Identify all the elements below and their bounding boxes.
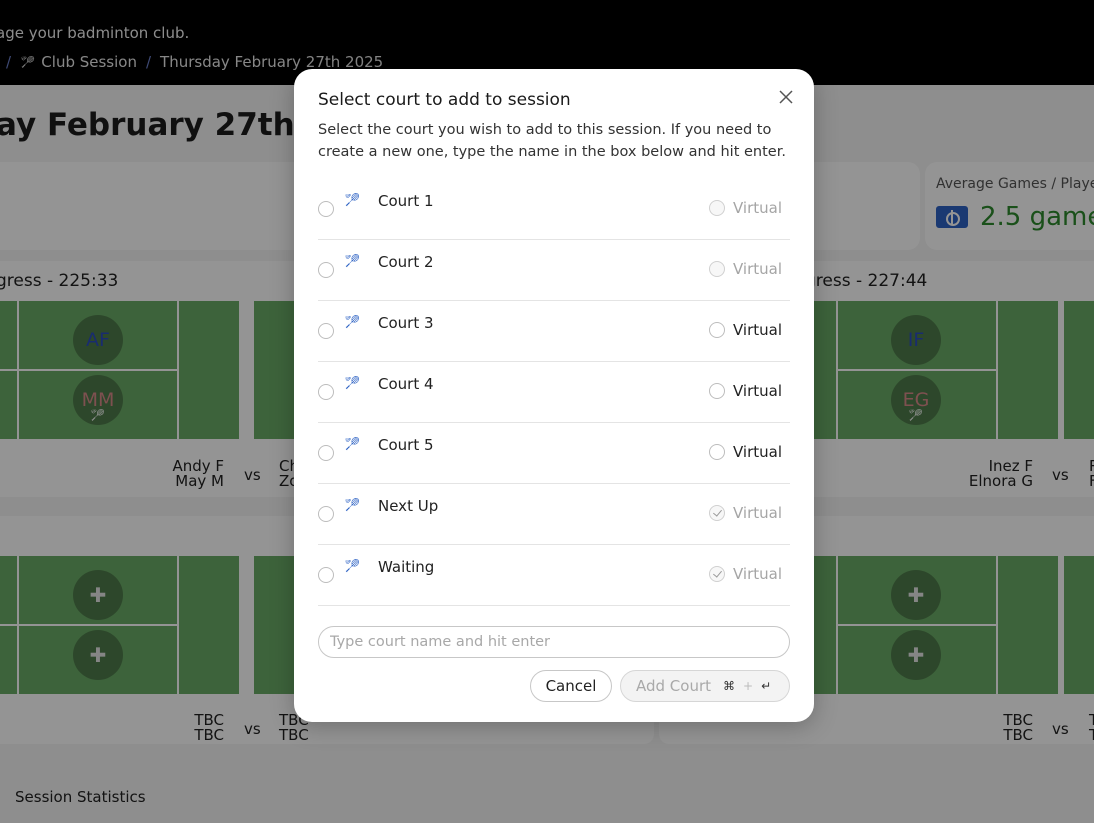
court-radio[interactable] xyxy=(318,506,334,522)
shuttlecock-icon: 🏸︎ xyxy=(344,559,361,574)
virtual-label: Virtual xyxy=(733,382,783,400)
virtual-option[interactable]: Virtual xyxy=(709,321,782,339)
cancel-button[interactable]: Cancel xyxy=(530,670,612,702)
virtual-label: Virtual xyxy=(733,565,783,583)
close-icon[interactable] xyxy=(776,87,796,107)
virtual-radio xyxy=(709,200,725,216)
shuttlecock-icon: 🏸︎ xyxy=(344,498,361,513)
court-radio[interactable] xyxy=(318,445,334,461)
dialog-title: Select court to add to session xyxy=(318,90,571,110)
enter-key-icon: ↵ xyxy=(761,679,772,693)
virtual-radio[interactable] xyxy=(709,383,725,399)
shuttlecock-icon: 🏸︎ xyxy=(344,376,361,391)
virtual-radio xyxy=(709,261,725,277)
court-name: Waiting xyxy=(378,558,435,576)
keyboard-shortcut: ⌘ + ↵ xyxy=(723,679,771,693)
court-name-input[interactable] xyxy=(318,626,790,658)
court-name: Court 5 xyxy=(378,436,434,454)
court-radio[interactable] xyxy=(318,384,334,400)
virtual-option[interactable]: Virtual xyxy=(709,443,782,461)
court-option[interactable]: 🏸︎ Waiting Virtual xyxy=(318,545,790,606)
court-name: Next Up xyxy=(378,497,439,515)
court-name: Court 3 xyxy=(378,314,434,332)
command-key-icon: ⌘ xyxy=(723,679,736,693)
court-name: Court 4 xyxy=(378,375,434,393)
court-option[interactable]: 🏸︎ Next Up Virtual xyxy=(318,484,790,545)
shuttlecock-icon: 🏸︎ xyxy=(344,437,361,452)
court-option[interactable]: 🏸︎ Court 5 Virtual xyxy=(318,423,790,484)
court-option[interactable]: 🏸︎ Court 4 Virtual xyxy=(318,362,790,423)
dialog-description: Select the court you wish to add to this… xyxy=(318,122,786,160)
court-option[interactable]: 🏸︎ Court 2 Virtual xyxy=(318,240,790,301)
court-name: Court 2 xyxy=(378,253,434,271)
select-court-dialog: Select court to add to session Select th… xyxy=(294,69,814,722)
virtual-radio-checked xyxy=(709,505,725,521)
virtual-option[interactable]: Virtual xyxy=(709,382,782,400)
court-name: Court 1 xyxy=(378,192,434,210)
shuttlecock-icon: 🏸︎ xyxy=(344,193,361,208)
court-radio[interactable] xyxy=(318,262,334,278)
court-radio[interactable] xyxy=(318,567,334,583)
virtual-option: Virtual xyxy=(709,565,782,583)
court-list: 🏸︎ Court 1 Virtual 🏸︎ Court 2 Virtual 🏸︎… xyxy=(318,179,790,606)
virtual-radio-checked xyxy=(709,566,725,582)
shuttlecock-icon: 🏸︎ xyxy=(344,315,361,330)
court-radio[interactable] xyxy=(318,201,334,217)
virtual-option: Virtual xyxy=(709,199,782,217)
virtual-radio[interactable] xyxy=(709,322,725,338)
virtual-option: Virtual xyxy=(709,504,782,522)
virtual-label: Virtual xyxy=(733,443,783,461)
virtual-option: Virtual xyxy=(709,260,782,278)
add-court-button[interactable]: Add Court ⌘ + ↵ xyxy=(620,670,790,702)
court-radio[interactable] xyxy=(318,323,334,339)
court-option[interactable]: 🏸︎ Court 3 Virtual xyxy=(318,301,790,362)
plus-sign: + xyxy=(743,679,754,693)
add-court-label: Add Court xyxy=(636,677,712,695)
court-option[interactable]: 🏸︎ Court 1 Virtual xyxy=(318,179,790,240)
virtual-label: Virtual xyxy=(733,199,783,217)
shuttlecock-icon: 🏸︎ xyxy=(344,254,361,269)
virtual-radio[interactable] xyxy=(709,444,725,460)
virtual-label: Virtual xyxy=(733,504,783,522)
virtual-label: Virtual xyxy=(733,260,783,278)
virtual-label: Virtual xyxy=(733,321,783,339)
